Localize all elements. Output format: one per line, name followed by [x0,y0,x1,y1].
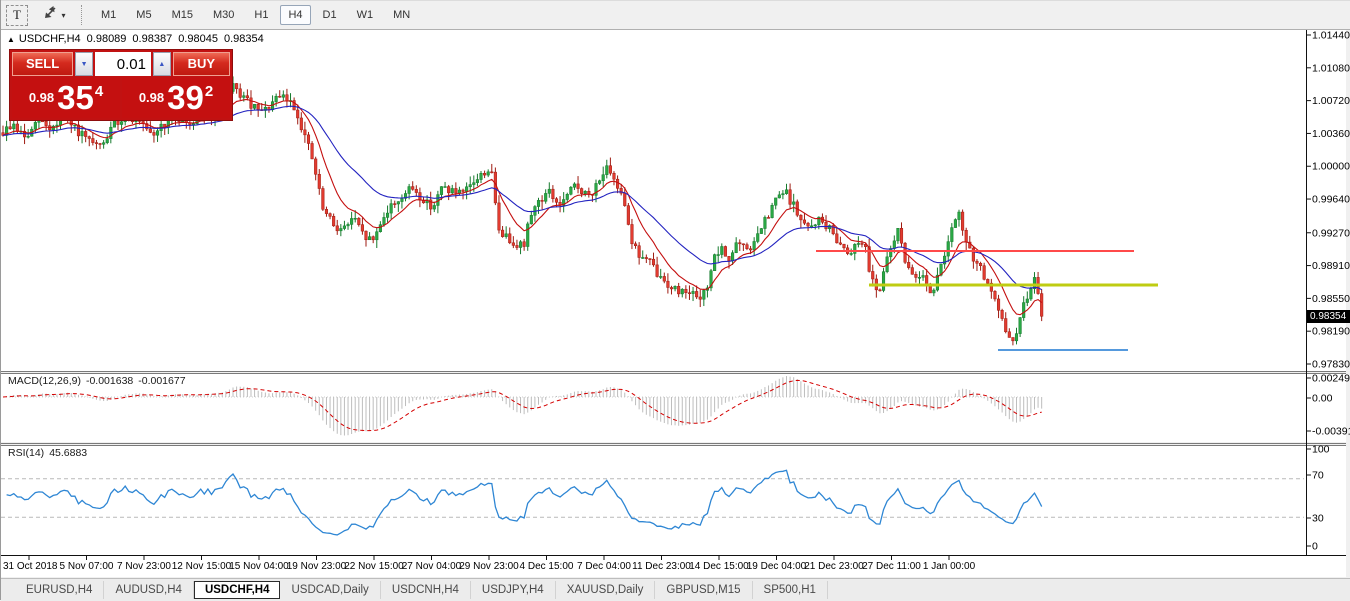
bar-low-value: 0.98045 [178,33,218,45]
panel-collapse-icon[interactable]: ▲ [7,35,15,44]
svg-text:27 Nov 04:00: 27 Nov 04:00 [402,561,462,572]
timeframe-button-group: M1M5M15M30H1H4D1W1MN [91,5,420,25]
tab-sp500-h1[interactable]: SP500,H1 [753,581,828,599]
svg-text:0.97830: 0.97830 [1312,359,1350,371]
bar-open-value: 0.98089 [87,33,127,45]
toolbar-grip[interactable] [81,5,83,25]
svg-text:1.00720: 1.00720 [1312,95,1350,107]
tab-audusd-h4[interactable]: AUDUSD,H4 [104,581,193,599]
tab-usdcad-daily[interactable]: USDCAD,Daily [280,581,380,599]
svg-text:100: 100 [1312,444,1330,456]
volume-decrease-button[interactable]: ▼ [75,52,93,76]
svg-text:0.98550: 0.98550 [1312,293,1350,305]
volume-increase-button[interactable]: ▲ [153,52,171,76]
one-click-trade-panel: SELL ▼ ▲ BUY 0.98 35 4 0.98 39 2 [9,49,233,121]
symbol-title: USDCHF,H4 [19,33,81,45]
svg-text:-0.003913: -0.003913 [1312,426,1350,438]
chevron-down-icon: ▾ [61,11,65,20]
sell-price-pip: 4 [95,83,103,100]
svg-text:1.01080: 1.01080 [1312,62,1350,74]
svg-text:0.99640: 0.99640 [1312,194,1350,206]
svg-text:7 Nov 23:00: 7 Nov 23:00 [117,561,171,572]
buy-price-box[interactable]: 0.98 39 2 [122,78,230,118]
chart-tab-bar: EURUSD,H4AUDUSD,H4USDCHF,H4USDCAD,DailyU… [1,578,1350,601]
macd-value-1: -0.001638 [86,375,133,387]
arrange-arrows-icon [42,5,59,25]
svg-text:22 Nov 15:00: 22 Nov 15:00 [344,561,404,572]
svg-text:1.01440: 1.01440 [1312,30,1350,42]
timeframe-button-w1[interactable]: W1 [349,5,382,25]
tab-usdjpy-h4[interactable]: USDJPY,H4 [471,581,556,599]
timeframe-button-m15[interactable]: M15 [164,5,201,25]
text-label-tool-icon[interactable]: T [6,5,28,26]
sell-price-big: 35 [57,78,94,118]
svg-text:19 Dec 04:00: 19 Dec 04:00 [747,561,807,572]
svg-text:19 Nov 23:00: 19 Nov 23:00 [287,561,347,572]
sell-price-box[interactable]: 0.98 35 4 [12,78,120,118]
svg-text:0.98190: 0.98190 [1312,326,1350,338]
svg-text:21 Dec 23:00: 21 Dec 23:00 [804,561,864,572]
macd-value-2: -0.001677 [138,375,185,387]
svg-text:11 Dec 23:00: 11 Dec 23:00 [632,561,691,572]
svg-text:1 Jan 00:00: 1 Jan 00:00 [923,561,976,572]
chart-ohlc-header: ▲ USDCHF,H4 0.98089 0.98387 0.98045 0.98354 [7,33,264,45]
buy-price-prefix: 0.98 [139,90,164,105]
svg-text:30: 30 [1312,513,1324,525]
bar-high-value: 0.98387 [132,33,172,45]
sell-price-prefix: 0.98 [29,90,54,105]
timeframe-button-mn[interactable]: MN [385,5,418,25]
macd-indicator-label: MACD(12,26,9) -0.001638 -0.001677 [8,375,191,387]
rsi-indicator-label: RSI(14) 45.6883 [8,447,92,459]
svg-text:27 Dec 11:00: 27 Dec 11:00 [862,561,921,572]
timeframe-button-m1[interactable]: M1 [93,5,124,25]
sell-button[interactable]: SELL [12,52,73,76]
svg-text:4 Dec 15:00: 4 Dec 15:00 [520,561,574,572]
svg-text:0.002492: 0.002492 [1312,373,1350,385]
buy-button[interactable]: BUY [173,52,230,76]
svg-text:0.00: 0.00 [1312,393,1333,405]
timeframe-button-h4[interactable]: H4 [280,5,310,25]
rsi-value: 45.6883 [49,447,87,459]
timeframe-button-d1[interactable]: D1 [315,5,345,25]
volume-input[interactable] [95,52,151,76]
timeframe-button-m30[interactable]: M30 [205,5,242,25]
tab-eurusd-h4[interactable]: EURUSD,H4 [15,581,104,599]
rsi-name: RSI(14) [8,447,44,459]
svg-text:31 Oct 2018: 31 Oct 2018 [3,561,58,572]
svg-text:29 Nov 23:00: 29 Nov 23:00 [459,561,519,572]
top-toolbar: T ▾ M1M5M15M30H1H4D1W1MN [1,0,1350,30]
svg-text:5 Nov 07:00: 5 Nov 07:00 [60,561,114,572]
svg-text:0.99270: 0.99270 [1312,227,1350,239]
svg-text:14 Dec 15:00: 14 Dec 15:00 [689,561,749,572]
svg-text:1.00360: 1.00360 [1312,128,1350,140]
tab-gbpusd-m15[interactable]: GBPUSD,M15 [655,581,752,599]
svg-text:0: 0 [1312,541,1318,553]
tab-xauusd-daily[interactable]: XAUUSD,Daily [556,581,656,599]
tab-usdchf-h4[interactable]: USDCHF,H4 [194,581,281,599]
bar-close-value: 0.98354 [224,33,264,45]
buy-price-pip: 2 [205,83,213,100]
current-price-tag: 0.98354 [1307,310,1350,323]
svg-text:12 Nov 15:00: 12 Nov 15:00 [172,561,232,572]
macd-name: MACD(12,26,9) [8,375,81,387]
tab-usdcnh-h4[interactable]: USDCNH,H4 [381,581,471,599]
svg-text:7 Dec 04:00: 7 Dec 04:00 [577,561,631,572]
timeframe-button-m5[interactable]: M5 [128,5,159,25]
arrange-arrows-button[interactable]: ▾ [36,5,72,25]
timeframe-button-h1[interactable]: H1 [246,5,276,25]
svg-text:15 Nov 04:00: 15 Nov 04:00 [229,561,289,572]
svg-text:70: 70 [1312,470,1324,482]
buy-price-big: 39 [167,78,204,118]
svg-text:1.00000: 1.00000 [1312,161,1350,173]
svg-text:0.98910: 0.98910 [1312,260,1350,272]
